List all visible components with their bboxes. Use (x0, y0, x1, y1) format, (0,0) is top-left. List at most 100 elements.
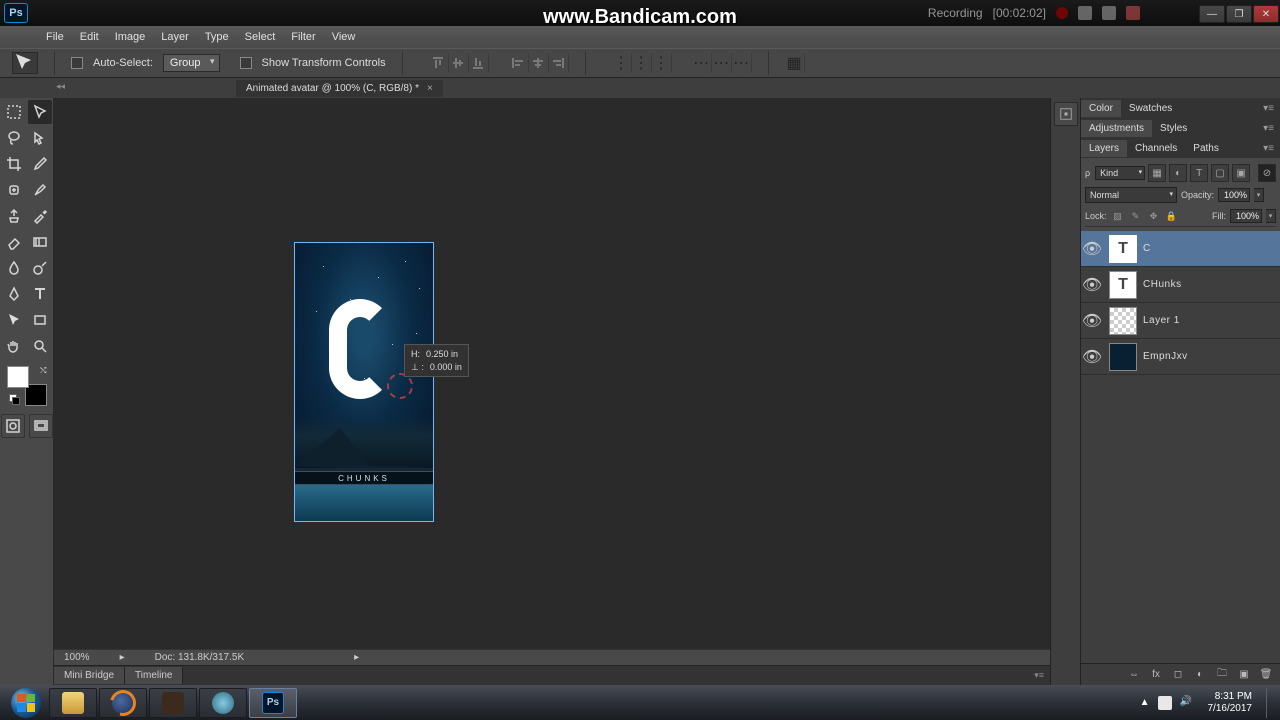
move-tool[interactable] (28, 100, 52, 124)
lock-all-icon[interactable]: 🔒 (1165, 209, 1179, 223)
history-panel-icon[interactable] (1054, 102, 1078, 126)
align-left-icon[interactable] (509, 53, 529, 73)
tray-flag-icon[interactable] (1158, 696, 1172, 710)
menu-filter[interactable]: Filter (283, 28, 323, 46)
zoom-tool[interactable] (28, 334, 52, 358)
blur-tool[interactable] (2, 256, 26, 280)
hand-tool[interactable] (2, 334, 26, 358)
swap-colors-icon[interactable]: ⤭ (40, 366, 46, 376)
show-transform-checkbox[interactable] (240, 57, 252, 69)
filter-toggle[interactable]: ⊘ (1258, 164, 1276, 182)
layer-name[interactable]: CHunks (1143, 279, 1182, 290)
tab-swatches[interactable]: Swatches (1121, 100, 1180, 117)
lock-transparent-icon[interactable]: ▧ (1111, 209, 1125, 223)
auto-align-icon[interactable]: ▦ (785, 53, 805, 73)
layer-name[interactable]: EmpnJxv (1143, 351, 1188, 362)
layers-panel-menu-icon[interactable]: ▾≡ (1257, 143, 1280, 154)
fill-input[interactable]: 100% (1230, 209, 1262, 223)
layer-row[interactable]: 👁 EmpnJxv (1081, 339, 1280, 375)
marquee-tool[interactable] (2, 100, 26, 124)
maximize-button[interactable]: ❐ (1226, 5, 1252, 23)
quick-mask-icon[interactable] (1, 414, 25, 438)
taskbar-firefox[interactable] (99, 688, 147, 718)
layer-filter-kind-dropdown[interactable]: Kind (1095, 166, 1145, 180)
dist-bottom-icon[interactable]: ⋮ (652, 53, 672, 73)
color-swatches[interactable]: ⤭ (7, 366, 47, 406)
adjustment-layer-icon[interactable]: ◐ (1192, 667, 1208, 683)
taskbar-clock[interactable]: 8:31 PM 7/16/2017 (1208, 691, 1253, 715)
auto-select-checkbox[interactable] (71, 57, 83, 69)
align-hcenter-icon[interactable] (529, 53, 549, 73)
artboard[interactable]: CHUNKS (294, 242, 434, 522)
show-desktop-button[interactable] (1266, 688, 1276, 718)
show-hidden-icons[interactable]: ▲ (1140, 697, 1150, 708)
taskbar-app-4[interactable] (199, 688, 247, 718)
taskbar-app-3[interactable] (149, 688, 197, 718)
dist-right-icon[interactable]: ⋯ (732, 53, 752, 73)
align-bottom-icon[interactable] (469, 53, 489, 73)
opacity-slider-icon[interactable]: ▾ (1254, 188, 1264, 202)
align-top-icon[interactable] (429, 53, 449, 73)
tray-volume-icon[interactable]: 🔊 (1180, 696, 1194, 710)
tab-color[interactable]: Color (1081, 100, 1121, 117)
layer-row[interactable]: 👁 Layer 1 (1081, 303, 1280, 339)
document-tab[interactable]: Animated avatar @ 100% (C, RGB/8) * × (236, 80, 443, 97)
eraser-tool[interactable] (2, 230, 26, 254)
auto-select-target-dropdown[interactable]: Group (163, 54, 220, 72)
lock-position-icon[interactable]: ✥ (1147, 209, 1161, 223)
default-colors-icon[interactable] (9, 394, 19, 404)
layer-name[interactable]: C (1143, 243, 1151, 254)
taskbar-explorer[interactable] (49, 688, 97, 718)
layer-row[interactable]: 👁 T C (1081, 231, 1280, 267)
tab-timeline[interactable]: Timeline (125, 667, 183, 684)
filter-adjust-icon[interactable]: ◐ (1169, 164, 1187, 182)
pen-tool[interactable] (2, 282, 26, 306)
canvas-area[interactable]: CHUNKS H:0.250 in ⊥ :0.000 in (54, 98, 1050, 649)
visibility-toggle[interactable]: 👁 (1081, 347, 1103, 367)
tab-styles[interactable]: Styles (1152, 120, 1195, 137)
blend-mode-dropdown[interactable]: Normal (1085, 187, 1177, 203)
delete-layer-icon[interactable]: 🗑 (1258, 667, 1274, 683)
close-tab-icon[interactable]: × (427, 83, 433, 94)
tool-preset-picker[interactable] (12, 52, 38, 74)
dist-vcenter-icon[interactable]: ⋮ (632, 53, 652, 73)
menu-type[interactable]: Type (197, 28, 237, 46)
tab-adjustments[interactable]: Adjustments (1081, 120, 1152, 137)
tab-layers[interactable]: Layers (1081, 140, 1127, 157)
layer-name[interactable]: Layer 1 (1143, 315, 1180, 326)
filter-smart-icon[interactable]: ▣ (1232, 164, 1250, 182)
align-vcenter-icon[interactable] (449, 53, 469, 73)
history-brush-tool[interactable] (28, 204, 52, 228)
healing-brush-tool[interactable] (2, 178, 26, 202)
menu-edit[interactable]: Edit (72, 28, 107, 46)
layer-mask-icon[interactable]: ◻ (1170, 667, 1186, 683)
visibility-toggle[interactable]: 👁 (1081, 311, 1103, 331)
opacity-input[interactable]: 100% (1218, 188, 1250, 202)
path-select-tool[interactable] (2, 308, 26, 332)
zoom-level[interactable]: 100% (64, 652, 90, 663)
new-layer-icon[interactable]: ▣ (1236, 667, 1252, 683)
align-right-icon[interactable] (549, 53, 569, 73)
tab-channels[interactable]: Channels (1127, 140, 1185, 157)
tab-paths[interactable]: Paths (1185, 140, 1227, 157)
filter-pixel-icon[interactable]: ▦ (1148, 164, 1166, 182)
link-layers-icon[interactable]: ⇔ (1126, 667, 1142, 683)
bottom-panel-menu-icon[interactable]: ▾≡ (1034, 670, 1050, 681)
crop-tool[interactable] (2, 152, 26, 176)
adj-panel-menu-icon[interactable]: ▾≡ (1257, 123, 1280, 134)
foreground-color[interactable] (7, 366, 29, 388)
quick-select-tool[interactable] (28, 126, 52, 150)
lock-pixels-icon[interactable]: ✎ (1129, 209, 1143, 223)
dodge-tool[interactable] (28, 256, 52, 280)
visibility-toggle[interactable]: 👁 (1081, 275, 1103, 295)
brush-tool[interactable] (28, 178, 52, 202)
layer-group-icon[interactable]: 🗀 (1214, 667, 1230, 683)
type-tool[interactable] (28, 282, 52, 306)
screen-mode-icon[interactable] (29, 414, 53, 438)
dist-left-icon[interactable]: ⋯ (692, 53, 712, 73)
gradient-tool[interactable] (28, 230, 52, 254)
filter-shape-icon[interactable]: ▢ (1211, 164, 1229, 182)
filter-type-icon[interactable]: T (1190, 164, 1208, 182)
layer-row[interactable]: 👁 T CHunks (1081, 267, 1280, 303)
color-panel-menu-icon[interactable]: ▾≡ (1257, 103, 1280, 114)
